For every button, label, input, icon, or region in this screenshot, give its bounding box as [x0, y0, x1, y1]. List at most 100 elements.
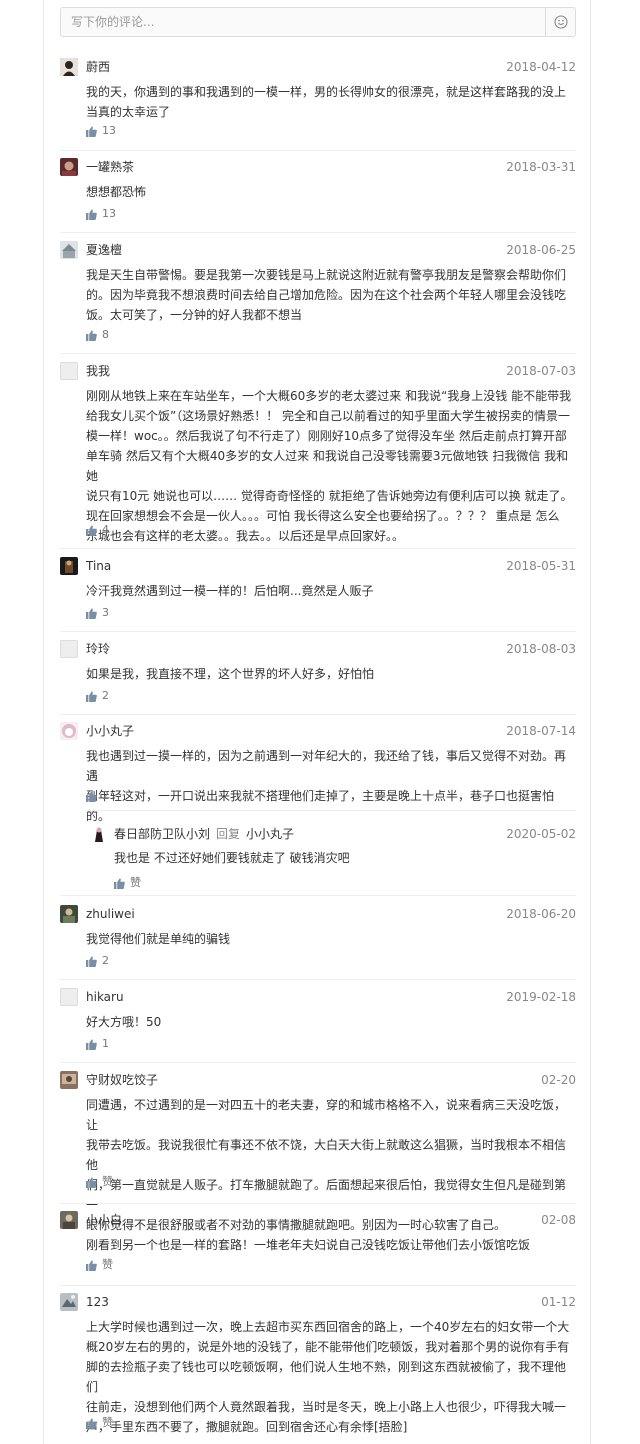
- comment-text: 刚看到另一个也是一样的套路！一堆老年夫妇说自己没钱吃饭让带他们去小饭馆吃饭: [86, 1238, 531, 1252]
- comment-item: 玲玲 2018-08-03 如果是我，我直接不理，这个世界的坏人好多，好怕怕 2: [60, 640, 576, 715]
- comment-author[interactable]: 守财奴吃饺子: [86, 1073, 158, 1087]
- reply-text: 我也是 不过还好她们要钱就走了 破钱消灾吧: [114, 851, 350, 865]
- like-count: 4: [102, 523, 109, 536]
- comment-author[interactable]: 玲玲: [86, 642, 110, 656]
- like-button[interactable]: 13: [86, 125, 116, 137]
- comment-author[interactable]: 蔚西: [86, 60, 110, 74]
- thumbs-up-icon: [86, 125, 97, 137]
- like-count: 1: [102, 1037, 109, 1050]
- avatar[interactable]: [60, 905, 78, 923]
- like-button[interactable]: 赞: [86, 1176, 113, 1188]
- comment-item: 夏逸檀 2018-06-25 我是天生自带警惕。要是我第一次要钱是马上就说这附近…: [60, 241, 576, 354]
- comment-author[interactable]: zhuliwei: [86, 907, 135, 921]
- avatar[interactable]: [60, 362, 78, 380]
- like-count: 13: [102, 124, 116, 137]
- like-button[interactable]: 3: [86, 607, 109, 619]
- avatar[interactable]: [60, 158, 78, 176]
- like-count: 13: [102, 207, 116, 220]
- reply-header: 春日部防卫队小刘 回复 小小丸子: [114, 827, 294, 841]
- comment-item: zhuliwei 2018-06-20 我觉得他们就是单纯的骗钱 2: [60, 905, 576, 980]
- thumbs-up-icon: [86, 524, 97, 536]
- comment-date: 2018-06-20: [506, 907, 576, 921]
- thumbs-up-icon: [114, 877, 125, 889]
- avatar[interactable]: [60, 557, 78, 575]
- comment-item: 小小丸子 2018-07-14 我也遇到过一摸一样的，因为之前遇到一对年纪大的，…: [60, 722, 576, 896]
- like-count: 2: [102, 789, 109, 802]
- comment-date: 02-20: [541, 1073, 576, 1087]
- comment-text: 如果是我，我直接不理，这个世界的坏人好多，好怕怕: [86, 667, 375, 681]
- like-button[interactable]: 赞: [114, 877, 141, 889]
- comment-author[interactable]: 小小白: [86, 1213, 122, 1227]
- like-button[interactable]: 赞: [86, 1417, 113, 1429]
- emoji-button[interactable]: [545, 8, 575, 36]
- like-button[interactable]: 8: [86, 329, 109, 341]
- comment-author[interactable]: Tina: [86, 559, 111, 573]
- like-label: 赞: [130, 876, 141, 889]
- avatar[interactable]: [60, 1293, 78, 1311]
- avatar[interactable]: [60, 722, 78, 740]
- avatar[interactable]: [60, 241, 78, 259]
- comment-item: 我我 2018-07-03 刚刚从地铁上来在车站坐车，一个大概60多岁的老太婆过…: [60, 362, 576, 549]
- reply-label: 回复: [216, 827, 241, 841]
- thumbs-up-icon: [86, 329, 97, 341]
- reply-to-user[interactable]: 小小丸子: [246, 827, 294, 841]
- avatar[interactable]: [60, 1071, 78, 1089]
- comment-item: Tina 2018-05-31 冷汗⁡我竟然遇到过一模一样的！后怕啊...竟然是…: [60, 557, 576, 632]
- thumbs-up-icon: [86, 1417, 97, 1429]
- comment-text: 我是天生自带警惕。要是我第一次要钱是马上就说这附近就有警亭我朋友是警察会帮助你们…: [86, 268, 567, 322]
- like-button[interactable]: 赞: [86, 1259, 113, 1271]
- comment-date: 01-12: [541, 1295, 576, 1309]
- like-count: 2: [102, 689, 109, 702]
- avatar[interactable]: [90, 824, 108, 842]
- reply-author[interactable]: 春日部防卫队小刘: [114, 827, 210, 841]
- reply-date: 2020-05-02: [506, 827, 576, 841]
- avatar[interactable]: [60, 640, 78, 658]
- like-button[interactable]: 2: [86, 690, 109, 702]
- comment-input[interactable]: [61, 8, 545, 36]
- comment-date: 2018-06-25: [506, 243, 576, 257]
- comment-date: 2018-07-14: [506, 724, 576, 738]
- thumbs-up-icon: [86, 790, 97, 802]
- comment-date: 2018-04-12: [506, 60, 576, 74]
- like-button[interactable]: 13: [86, 208, 116, 220]
- comment-author[interactable]: 我我: [86, 364, 110, 378]
- comment-author[interactable]: 夏逸檀: [86, 243, 122, 257]
- comment-date: 2018-08-03: [506, 642, 576, 656]
- comment-item: 蔚西 2018-04-12 我的天，你遇到的事和我遇到的一模一样，男的长得帅女的…: [60, 58, 576, 151]
- comment-date: 2018-07-03: [506, 364, 576, 378]
- comment-item: 一罐熟茶 2018-03-31 想想都恐怖 13: [60, 158, 576, 233]
- comment-date: 2018-03-31: [506, 160, 576, 174]
- like-count: 3: [102, 606, 109, 619]
- comment-text: 上大学时候也遇到过一次，晚上去超市买东西回宿舍的路上，一个40岁左右的妇女带一个…: [86, 1320, 570, 1434]
- like-button[interactable]: 4: [86, 524, 109, 536]
- comment-input-box: [60, 7, 576, 37]
- comment-author[interactable]: 一罐熟茶: [86, 160, 134, 174]
- like-button[interactable]: 2: [86, 790, 109, 802]
- like-button[interactable]: 2: [86, 955, 109, 967]
- comment-item: hikaru 2019-02-18 好大方哦！50 1: [60, 988, 576, 1063]
- thumbs-up-icon: [86, 1176, 97, 1188]
- smiley-icon: [553, 15, 568, 29]
- comment-author[interactable]: 123: [86, 1295, 109, 1309]
- avatar[interactable]: [60, 58, 78, 76]
- comment-author[interactable]: 小小丸子: [86, 724, 134, 738]
- reply-item: 春日部防卫队小刘 回复 小小丸子 2020-05-02 我也是 不过还好她们要钱就走…: [86, 810, 576, 895]
- comment-date: 2019-02-18: [506, 990, 576, 1004]
- like-count: 2: [102, 954, 109, 967]
- comment-item: 123 01-12 上大学时候也遇到过一次，晚上去超市买东西回宿舍的路上，一个4…: [60, 1293, 576, 1443]
- thumbs-up-icon: [86, 1038, 97, 1050]
- comment-text: 好大方哦！50: [86, 1015, 162, 1029]
- thumbs-up-icon: [86, 955, 97, 967]
- comment-author[interactable]: hikaru: [86, 990, 124, 1004]
- avatar[interactable]: [60, 988, 78, 1006]
- comment-date: 02-08: [541, 1213, 576, 1227]
- like-count: 8: [102, 328, 109, 341]
- avatar[interactable]: [60, 1211, 78, 1229]
- like-button[interactable]: 1: [86, 1038, 109, 1050]
- comment-text: 想想都恐怖: [86, 185, 147, 199]
- thumbs-up-icon: [86, 607, 97, 619]
- comment-text: 我觉得他们就是单纯的骗钱: [86, 932, 231, 946]
- like-label: 赞: [102, 1175, 113, 1188]
- comment-item: 小小白 02-08 刚看到另一个也是一样的套路！一堆老年夫妇说自己没钱吃饭让带他…: [60, 1211, 576, 1286]
- comment-date: 2018-05-31: [506, 559, 576, 573]
